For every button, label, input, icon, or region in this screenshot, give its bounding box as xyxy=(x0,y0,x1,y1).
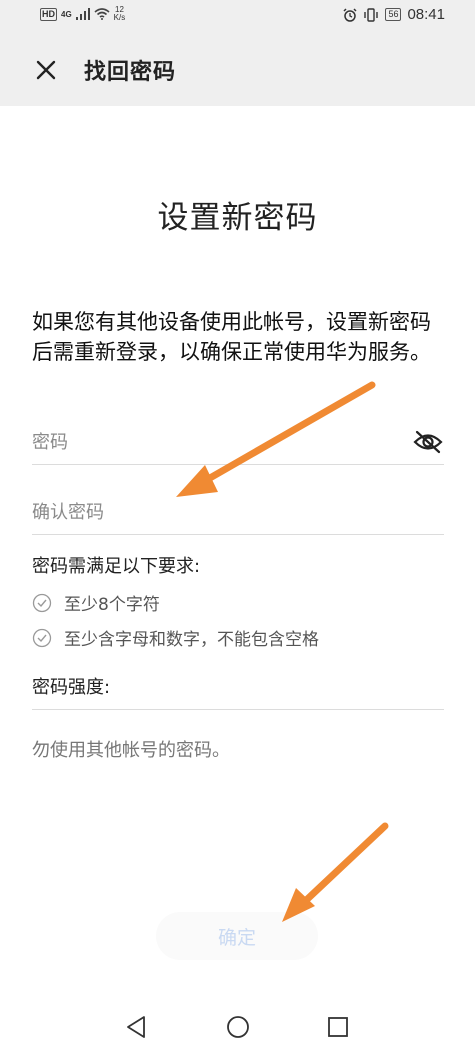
requirement-text: 至少8个字符 xyxy=(64,595,160,615)
divider xyxy=(32,709,444,710)
requirement-item: 至少8个字符 xyxy=(32,590,160,615)
toggle-visibility-button[interactable] xyxy=(412,428,444,456)
eye-off-icon xyxy=(413,430,443,454)
navigation-bar xyxy=(0,995,475,1055)
network-type: 4G xyxy=(61,9,72,19)
password-input[interactable] xyxy=(32,424,392,460)
hd-badge: HD xyxy=(40,7,57,21)
back-button[interactable] xyxy=(122,1013,150,1041)
vibrate-icon xyxy=(364,7,379,22)
battery-icon: 56 xyxy=(385,8,402,21)
confirm-password-input[interactable] xyxy=(32,494,392,530)
arrow-icon xyxy=(282,822,389,922)
check-circle-icon xyxy=(32,593,52,612)
page-title: 找回密码 xyxy=(84,60,177,85)
status-left: HD 4G 12 K/s xyxy=(40,6,125,22)
title-bar: 找回密码 xyxy=(0,34,475,106)
password-tip: 勿使用其他帐号的密码。 xyxy=(32,740,230,761)
password-field-row xyxy=(32,424,444,465)
signal-icon xyxy=(75,8,90,20)
confirm-button[interactable]: 确定 xyxy=(156,912,318,960)
alarm-icon xyxy=(343,7,357,22)
home-circle-icon xyxy=(227,1016,249,1038)
confirm-password-field-row xyxy=(32,494,444,535)
wifi-icon xyxy=(94,8,110,20)
back-triangle-icon xyxy=(127,1016,145,1038)
speed-unit: K/s xyxy=(113,13,126,22)
recents-button[interactable] xyxy=(324,1013,352,1041)
close-icon xyxy=(36,60,56,80)
requirements-title: 密码需满足以下要求: xyxy=(32,556,201,577)
recents-square-icon xyxy=(328,1017,348,1037)
password-strength-label: 密码强度: xyxy=(32,677,111,698)
clock: 08:41 xyxy=(407,6,445,23)
status-bar: HD 4G 12 K/s 56 08:41 xyxy=(0,0,475,34)
home-button[interactable] xyxy=(224,1013,252,1041)
main-heading: 设置新密码 xyxy=(157,200,318,236)
network-speed: 12 K/s xyxy=(114,6,126,22)
requirement-text: 至少含字母和数字，不能包含空格 xyxy=(64,630,319,650)
description-text: 如果您有其他设备使用此帐号，设置新密码后需重新登录，以确保正常使用华为服务。 xyxy=(32,310,431,364)
close-button[interactable] xyxy=(30,54,62,86)
status-right: 56 08:41 xyxy=(343,6,445,23)
requirement-item: 至少含字母和数字，不能包含空格 xyxy=(32,625,319,650)
check-circle-icon xyxy=(32,628,52,647)
